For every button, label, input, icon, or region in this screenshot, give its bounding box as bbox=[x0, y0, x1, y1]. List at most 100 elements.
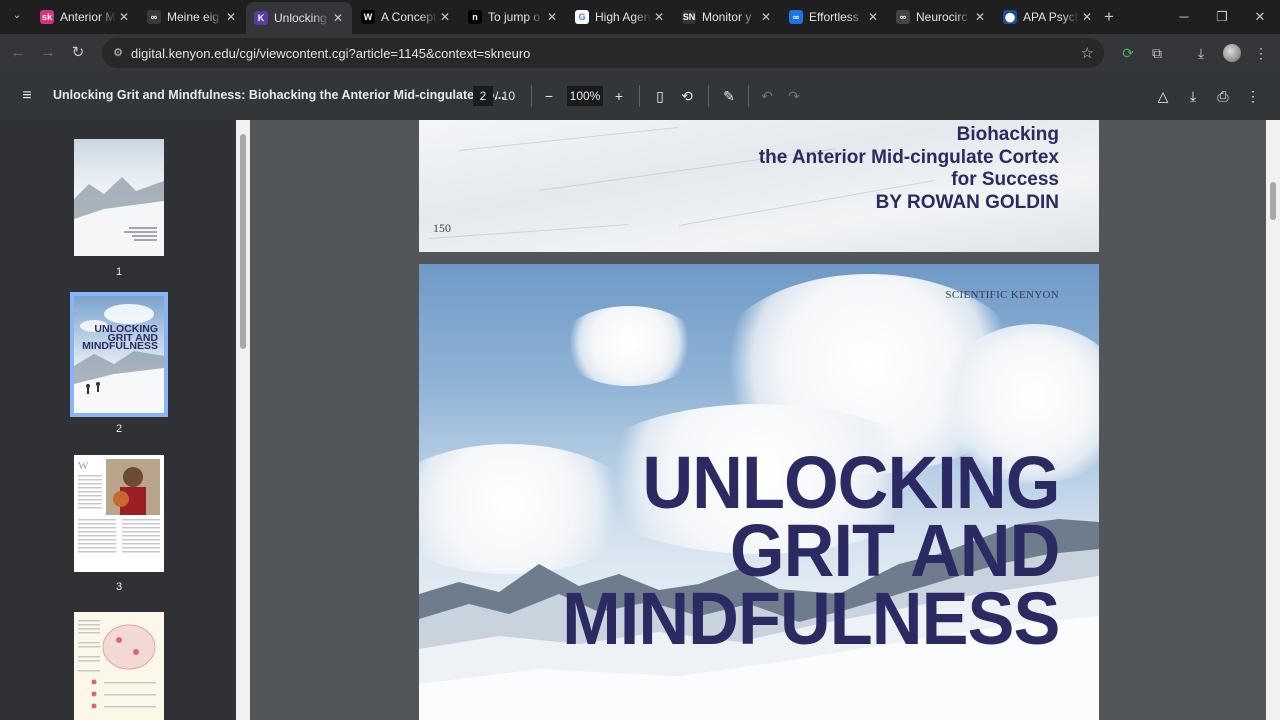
tab-title: Anterior M bbox=[60, 10, 116, 24]
tab-8[interactable]: ∞ Effortless ✕ bbox=[781, 4, 887, 30]
tab-favicon-icon: ⬤ bbox=[1003, 10, 1017, 24]
page-number-input[interactable]: 2 bbox=[473, 86, 493, 106]
tab-strip: ⌄ sk Anterior M ✕ ∞ Meine eig ✕ K Unlocking ✕ W A … bbox=[0, 0, 1280, 34]
journal-label: SCIENTIFIC KENYON bbox=[945, 289, 1059, 301]
divider bbox=[639, 85, 640, 107]
reload-icon[interactable]: ↻ bbox=[68, 43, 88, 63]
url-text[interactable]: digital.kenyon.edu/cgi/viewcontent.cgi?a… bbox=[131, 46, 530, 61]
save-to-drive-icon[interactable]: △ bbox=[1153, 86, 1173, 106]
subtitle-line: Biohacking bbox=[956, 124, 1059, 145]
thumbnail-page-3[interactable]: W bbox=[74, 455, 164, 572]
browser-menu-icon[interactable]: ⋮ bbox=[1251, 43, 1271, 63]
tab-title: A Concept bbox=[381, 10, 437, 24]
thumbnail-mini-title: UNLOCKING GRIT AND MINDFULNESS bbox=[82, 323, 158, 352]
document-scroll-thumb[interactable] bbox=[1270, 182, 1276, 220]
subtitle-line: for Success bbox=[951, 169, 1059, 190]
thumbnail-mountain-image bbox=[74, 304, 164, 413]
svg-text:W: W bbox=[78, 460, 89, 472]
tab-title: To jump o bbox=[488, 10, 541, 24]
tab-close-icon[interactable]: ✕ bbox=[865, 10, 881, 24]
page-number: 150 bbox=[433, 221, 451, 235]
tab-9[interactable]: ∞ Neurocirc ✕ bbox=[888, 4, 994, 30]
undo-icon[interactable]: ↶ bbox=[757, 86, 777, 106]
divider bbox=[531, 85, 532, 107]
tab-1[interactable]: sk Anterior M ✕ bbox=[32, 4, 138, 30]
tab-5[interactable]: n To jump o ✕ bbox=[460, 4, 566, 30]
maximize-icon[interactable]: ❐ bbox=[1213, 8, 1231, 26]
tab-favicon-icon: K bbox=[254, 11, 268, 25]
thumbnail-text-page-image: W bbox=[78, 459, 160, 553]
site-info-icon[interactable]: ⚙ bbox=[110, 45, 126, 61]
tab-title: Unlocking bbox=[274, 11, 327, 25]
tab-title: APA Psych bbox=[1023, 10, 1079, 24]
title-line: UNLOCKING bbox=[641, 441, 1060, 524]
tab-close-icon[interactable]: ✕ bbox=[437, 10, 453, 24]
tab-6[interactable]: G High Agen ✕ bbox=[567, 4, 673, 30]
thumbnail-page-4[interactable] bbox=[74, 612, 164, 720]
annotate-pen-icon[interactable]: ✎ bbox=[719, 86, 739, 106]
print-icon[interactable]: ⎙ bbox=[1213, 86, 1233, 106]
tab-title: Effortless bbox=[809, 10, 859, 24]
tab-close-icon[interactable]: ✕ bbox=[651, 10, 667, 24]
download-icon[interactable]: ⤓ bbox=[1183, 86, 1203, 106]
sidebar-menu-icon[interactable]: ≡ bbox=[17, 86, 37, 106]
zoom-input[interactable]: 100% bbox=[567, 86, 603, 106]
snow-streak bbox=[428, 224, 629, 239]
tab-favicon-icon: G bbox=[575, 10, 589, 24]
tab-close-icon[interactable]: ✕ bbox=[223, 10, 239, 24]
forward-arrow-icon[interactable]: → bbox=[38, 43, 58, 63]
article-subtitle: Biohacking the Anterior Mid-cingulate Co… bbox=[759, 124, 1059, 214]
tab-4[interactable]: W A Concept ✕ bbox=[353, 4, 459, 30]
tab-search-chevron-icon[interactable]: ⌄ bbox=[7, 6, 27, 26]
tab-favicon-icon: SN bbox=[682, 10, 696, 24]
tab-2[interactable]: ∞ Meine eig ✕ bbox=[139, 4, 245, 30]
tab-title: High Agen bbox=[595, 10, 651, 24]
tab-favicon-icon: sk bbox=[40, 10, 54, 24]
sidebar-scroll-thumb[interactable] bbox=[240, 134, 246, 349]
divider bbox=[748, 85, 749, 107]
downloads-icon[interactable]: ⤓ bbox=[1191, 43, 1211, 63]
redo-icon[interactable]: ↷ bbox=[784, 86, 804, 106]
tab-close-icon[interactable]: ✕ bbox=[116, 10, 132, 24]
back-arrow-icon[interactable]: ← bbox=[8, 43, 28, 63]
snow-streak bbox=[458, 127, 678, 151]
bookmark-star-icon[interactable]: ☆ bbox=[1081, 44, 1094, 62]
close-window-icon[interactable]: ✕ bbox=[1251, 8, 1269, 26]
more-options-icon[interactable]: ⋮ bbox=[1243, 86, 1263, 106]
title-line: GRIT AND bbox=[729, 509, 1060, 592]
article-title: UNLOCKING GRIT AND MINDFULNESS bbox=[562, 441, 1060, 656]
pdf-document-area[interactable]: Biohacking the Anterior Mid-cingulate Co… bbox=[250, 120, 1266, 720]
profile-avatar[interactable] bbox=[1223, 44, 1241, 62]
thumbnail-label-1: 1 bbox=[115, 266, 123, 278]
tab-title: Neurocirc bbox=[916, 10, 968, 24]
zoom-in-icon[interactable]: + bbox=[609, 86, 629, 106]
minimize-icon[interactable]: ─ bbox=[1175, 8, 1193, 26]
rotate-icon[interactable]: ⟲ bbox=[677, 86, 697, 106]
tab-close-icon[interactable]: ✕ bbox=[1079, 10, 1095, 24]
subtitle-line: the Anterior Mid-cingulate Cortex bbox=[758, 146, 1059, 168]
tab-close-icon[interactable]: ✕ bbox=[330, 11, 346, 25]
thumbnail-label-3: 3 bbox=[115, 581, 123, 593]
new-tab-plus-icon[interactable]: + bbox=[1100, 8, 1118, 26]
zoom-out-icon[interactable]: − bbox=[539, 86, 559, 106]
thumbnail-page-2[interactable]: UNLOCKING GRIT AND MINDFULNESS bbox=[70, 292, 168, 417]
thumbnail-page-1[interactable] bbox=[74, 139, 164, 256]
tab-close-icon[interactable]: ✕ bbox=[544, 10, 560, 24]
tab-3[interactable]: K Unlocking ✕ bbox=[246, 2, 352, 34]
tab-close-icon[interactable]: ✕ bbox=[758, 10, 774, 24]
browser-toolbar: ← → ↻ ⚙ digital.kenyon.edu/cgi/viewconte… bbox=[0, 34, 1280, 72]
fit-page-icon[interactable]: ▯ bbox=[650, 86, 670, 106]
tab-favicon-icon: ∞ bbox=[896, 10, 910, 24]
page-total: / 10 bbox=[495, 89, 516, 103]
tab-favicon-icon: W bbox=[361, 10, 375, 24]
tab-title: Monitor y bbox=[702, 10, 752, 24]
address-bar[interactable]: ⚙ digital.kenyon.edu/cgi/viewcontent.cgi… bbox=[102, 38, 1104, 68]
extension-leaf-icon[interactable]: ⟳ bbox=[1118, 43, 1138, 63]
pdf-toolbar: ≡ Unlocking Grit and Mindfulness: Biohac… bbox=[0, 72, 1280, 120]
thumbnail-diagram-page-image bbox=[78, 620, 156, 709]
tab-7[interactable]: SN Monitor y ✕ bbox=[674, 4, 780, 30]
thumbnail-mountain-image bbox=[74, 177, 164, 256]
tab-10[interactable]: ⬤ APA Psych ✕ bbox=[995, 4, 1101, 30]
extensions-puzzle-icon[interactable]: ⧉ bbox=[1147, 43, 1167, 63]
tab-close-icon[interactable]: ✕ bbox=[972, 10, 988, 24]
